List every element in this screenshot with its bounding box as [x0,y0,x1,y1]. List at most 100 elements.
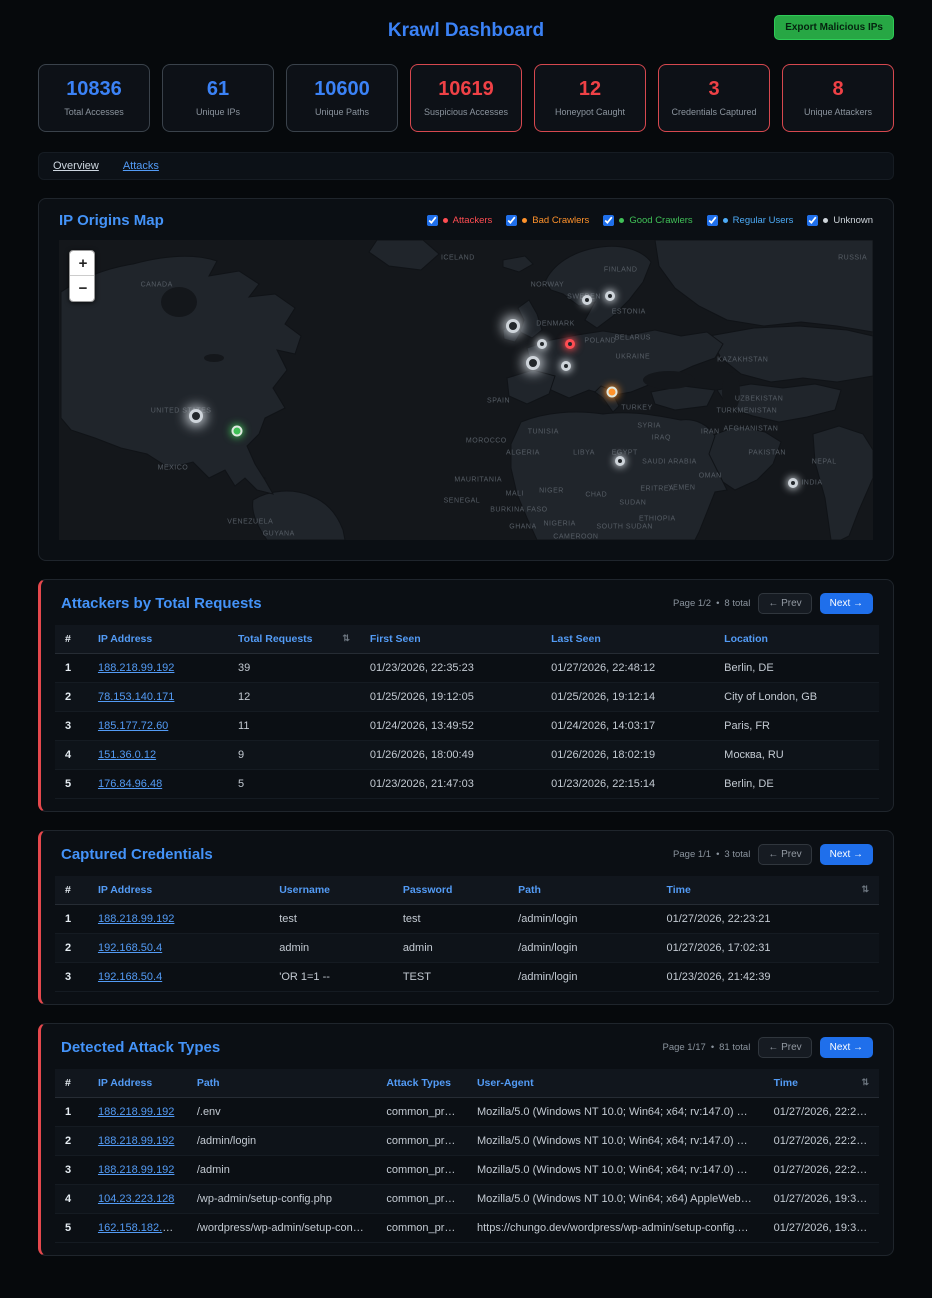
user-agent-cell: https://chungo.dev/wordpress/wp-admin/se… [467,1214,764,1243]
sort-icon[interactable]: ⇅ [861,1077,869,1088]
zoom-out-button[interactable]: − [70,276,95,301]
row-num: 1 [55,654,88,683]
stat-value: 8 [787,78,889,101]
map-marker-good-crawler[interactable] [232,425,243,436]
map-marker-unknown[interactable] [537,339,547,349]
table-row: 2 78.153.140.171 12 01/25/2026, 19:12:05… [55,683,879,712]
map-marker-unknown[interactable] [615,456,625,466]
time-cell: 01/27/2026, 22:22:54 [764,1156,879,1185]
bad-crawlers-dot-icon [522,218,527,223]
map-marker-unknown[interactable] [788,478,798,488]
legend-checkbox-good-crawlers[interactable] [603,215,614,226]
col-time[interactable]: Time⇅ [656,876,879,905]
unknown-dot-icon [823,218,828,223]
legend-checkbox-attackers[interactable] [427,215,438,226]
col-user-agent: User-Agent [467,1069,764,1098]
page-info: Page 1/2 • 8 total [673,598,750,609]
ip-link[interactable]: 185.177.72.60 [98,720,168,732]
path-cell: /admin/login [187,1127,377,1156]
last-seen-cell: 01/26/2026, 18:02:19 [541,741,714,770]
stat-value: 12 [539,78,641,101]
legend-checkbox-bad-crawlers[interactable] [506,215,517,226]
attacks-next-button[interactable]: Next → [820,1037,873,1058]
map-marker-unknown[interactable] [561,361,571,371]
total-requests-cell: 5 [228,770,360,799]
ip-link[interactable]: 192.168.50.4 [98,971,162,983]
ip-link[interactable]: 151.36.0.12 [98,749,156,761]
ip-link[interactable]: 104.23.223.128 [98,1193,174,1205]
ip-link[interactable]: 188.218.99.192 [98,913,174,925]
map-marker-bad-crawler[interactable] [606,386,617,397]
map-marker-unknown[interactable] [189,409,203,423]
map-country-label: LIBYA [573,450,595,457]
map-country-label: TURKMENISTAN [716,408,777,415]
total-requests-cell: 12 [228,683,360,712]
path-cell: /admin/login [508,963,656,992]
first-seen-cell: 01/23/2026, 21:47:03 [360,770,541,799]
regular-users-dot-icon [723,218,728,223]
stat-card-unique-paths: 10600 Unique Paths [286,64,398,132]
col-num: # [55,876,88,905]
tab-overview[interactable]: Overview [53,160,99,172]
ip-origins-map-card: IP Origins Map Attackers Bad Crawlers Go… [38,198,894,561]
page-number: Page 1/2 [673,598,711,609]
row-num: 3 [55,963,88,992]
map-marker-attacker[interactable] [565,339,575,349]
credentials-card-header: Captured Credentials Page 1/1 • 3 total … [41,831,893,876]
map-country-label: CAMEROON [553,534,598,541]
map-marker-unknown[interactable] [506,319,520,333]
zoom-in-button[interactable]: + [70,251,95,276]
legend-checkbox-unknown[interactable] [807,215,818,226]
map-marker-unknown[interactable] [605,291,615,301]
user-agent-cell: Mozilla/5.0 (Windows NT 10.0; Win64; x64… [467,1185,764,1214]
map-country-label: CANADA [141,282,173,289]
time-cell: 01/27/2026, 22:23:21 [764,1127,879,1156]
col-total-requests[interactable]: Total Requests ⇅ [228,625,360,654]
tab-attacks[interactable]: Attacks [123,160,159,172]
col-label: Total Requests [238,633,312,645]
export-malicious-ips-button[interactable]: Export Malicious IPs [774,15,894,40]
legend-label: Attackers [453,215,493,226]
col-time[interactable]: Time⇅ [764,1069,879,1098]
map-marker-unknown[interactable] [526,356,540,370]
page-info: Page 1/1 • 3 total [673,849,750,860]
ip-link[interactable]: 78.153.140.171 [98,691,174,703]
location-cell: Paris, FR [714,712,879,741]
legend-label: Unknown [833,215,873,226]
map-legend: Attackers Bad Crawlers Good Crawlers Reg… [427,215,873,226]
col-attack-types: Attack Types [376,1069,467,1098]
map-marker-unknown[interactable] [582,295,592,305]
sort-icon[interactable]: ⇅ [342,633,350,644]
legend-item-good-crawlers: Good Crawlers [603,215,692,226]
path-cell: /.env [187,1098,377,1127]
ip-link[interactable]: 188.218.99.192 [98,1106,174,1118]
ip-link[interactable]: 192.168.50.4 [98,942,162,954]
legend-label: Good Crawlers [629,215,692,226]
attackers-prev-button[interactable]: ← Prev [758,593,811,614]
credentials-prev-button[interactable]: ← Prev [758,844,811,865]
table-header-row: # IP Address Path Attack Types User-Agen… [55,1069,879,1098]
attackers-card-header: Attackers by Total Requests Page 1/2 • 8… [41,580,893,625]
attacks-prev-button[interactable]: ← Prev [758,1037,811,1058]
map-country-label: SENEGAL [444,498,481,505]
time-cell: 01/27/2026, 19:38:59 [764,1185,879,1214]
sort-icon[interactable]: ⇅ [861,884,869,895]
credentials-next-button[interactable]: Next → [820,844,873,865]
ip-link[interactable]: 176.84.96.48 [98,778,162,790]
ip-link[interactable]: 188.218.99.192 [98,1135,174,1147]
world-map[interactable]: CANADAUNITED STATESMEXICOICELANDNORWAYSW… [59,240,873,540]
attackers-next-button[interactable]: Next → [820,593,873,614]
time-cell: 01/27/2026, 22:23:21 [656,905,879,934]
ip-link[interactable]: 162.158.182.104 [98,1222,181,1234]
col-last-seen: Last Seen [541,625,714,654]
row-num: 3 [55,712,88,741]
location-cell: Berlin, DE [714,770,879,799]
row-num: 5 [55,770,88,799]
legend-checkbox-regular-users[interactable] [707,215,718,226]
ip-link[interactable]: 188.218.99.192 [98,662,174,674]
table-row: 3 192.168.50.4 'OR 1=1 -- TEST /admin/lo… [55,963,879,992]
stat-card-suspicious-accesses: 10619 Suspicious Accesses [410,64,522,132]
ip-link[interactable]: 188.218.99.192 [98,1164,174,1176]
table-header-row: # IP Address Username Password Path Time… [55,876,879,905]
table-row: 4 151.36.0.12 9 01/26/2026, 18:00:49 01/… [55,741,879,770]
